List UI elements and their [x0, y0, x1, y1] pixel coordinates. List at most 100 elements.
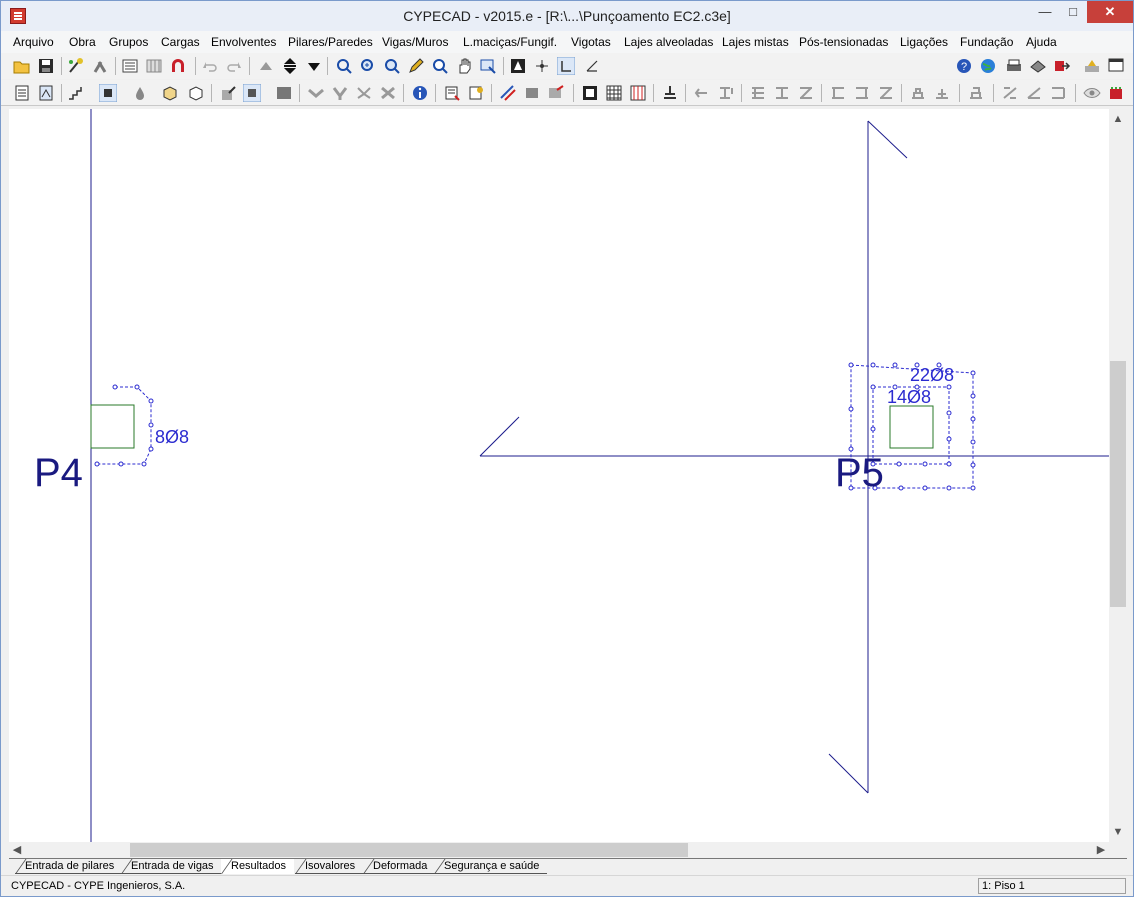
snap-icon[interactable] [533, 57, 551, 75]
pan-hand-icon[interactable] [455, 57, 473, 75]
info-icon[interactable] [411, 84, 429, 102]
menu-lajes-macicas[interactable]: L.maciças/Fungif. [463, 35, 557, 49]
window-layout-icon[interactable] [1107, 57, 1125, 75]
scroll-down-arrow-icon[interactable]: ▼ [1110, 824, 1126, 840]
zoom-extents-icon[interactable] [383, 57, 401, 75]
window-zoom-icon[interactable] [479, 57, 497, 75]
menu-vigas-muros[interactable]: Vigas/Muros [382, 35, 448, 49]
horizontal-scrollbar[interactable]: ◀ ▶ [9, 842, 1109, 858]
drawings-icon[interactable] [37, 84, 55, 102]
slab-block-icon[interactable] [523, 84, 541, 102]
slab-edit-icon[interactable] [547, 84, 565, 102]
beam-check-icon[interactable] [379, 84, 397, 102]
redraw-icon[interactable] [335, 57, 353, 75]
beam-group3-icon[interactable] [797, 84, 815, 102]
tools-icon[interactable] [91, 57, 109, 75]
quantities-icon[interactable] [467, 84, 485, 102]
tab-entrada-de-vigas[interactable]: Entrada de vigas [121, 859, 222, 874]
shear-check-icon[interactable] [605, 84, 623, 102]
stairs-icon[interactable] [67, 84, 85, 102]
menu-grupos[interactable]: Grupos [109, 35, 148, 49]
scroll-right-arrow-icon[interactable]: ▶ [1093, 842, 1109, 858]
menu-fundacao[interactable]: Fundação [960, 35, 1013, 49]
undo-icon[interactable] [201, 57, 219, 75]
config-icon[interactable] [1083, 57, 1101, 75]
menu-pilares-paredes[interactable]: Pilares/Paredes [288, 35, 373, 49]
beam-group2-icon[interactable] [773, 84, 791, 102]
tab-seguranca-e-saude[interactable]: Segurança e saúde [434, 859, 548, 874]
beam-edit-icon[interactable] [307, 84, 325, 102]
tab-resultados[interactable]: Resultados [221, 859, 295, 874]
floor-select-icon[interactable] [281, 57, 299, 75]
beam-reinforce-icon[interactable] [331, 84, 349, 102]
wizard-icon[interactable] [67, 57, 85, 75]
tab-deformada[interactable]: Deformada [363, 859, 436, 874]
horizontal-scroll-thumb[interactable] [130, 843, 688, 857]
minimize-button[interactable]: — [1031, 1, 1059, 23]
layers-icon[interactable] [1107, 84, 1125, 102]
slab-icon[interactable] [275, 84, 293, 102]
punching-edit-icon[interactable] [243, 84, 261, 102]
beam-group-icon[interactable] [749, 84, 767, 102]
ortho-icon[interactable] [557, 57, 575, 75]
zoom-window-icon[interactable] [359, 57, 377, 75]
slab-reinforce-icon[interactable] [499, 84, 517, 102]
column-p4-outline[interactable] [90, 404, 135, 449]
cube-outline-icon[interactable] [187, 84, 205, 102]
wall-icon[interactable] [829, 84, 847, 102]
tie-beam2-icon[interactable] [1025, 84, 1043, 102]
vertical-scroll-thumb[interactable] [1110, 361, 1126, 607]
zoom-previous-icon[interactable] [431, 57, 449, 75]
column-detail-icon[interactable] [693, 84, 711, 102]
menu-lajes-mistas[interactable]: Lajes mistas [722, 35, 789, 49]
menu-lajes-alveoladas[interactable]: Lajes alveoladas [624, 35, 713, 49]
wall2-icon[interactable] [853, 84, 871, 102]
column-list-icon[interactable] [717, 84, 735, 102]
menu-cargas[interactable]: Cargas [161, 35, 200, 49]
web-globe-icon[interactable] [979, 57, 997, 75]
column-p5-outline[interactable] [889, 405, 934, 449]
punching-check-icon[interactable] [581, 84, 599, 102]
eye-icon[interactable] [1083, 84, 1101, 102]
edit-column-icon[interactable] [219, 84, 237, 102]
punching-icon[interactable] [99, 84, 117, 102]
help-icon[interactable]: ? [955, 57, 973, 75]
tie-beam3-icon[interactable] [1049, 84, 1067, 102]
floor-plan-drawing[interactable]: 8Ø8 P4 22Ø8 14Ø8 P5 [9, 109, 1109, 842]
menu-ligacoes[interactable]: Ligações [900, 35, 948, 49]
pencil-icon[interactable] [407, 57, 425, 75]
menu-ajuda[interactable]: Ajuda [1026, 35, 1057, 49]
save-icon[interactable] [37, 57, 55, 75]
reinforcement-list-icon[interactable] [443, 84, 461, 102]
report-icon[interactable] [13, 84, 31, 102]
menu-obra[interactable]: Obra [69, 35, 96, 49]
pile-cap-icon[interactable] [967, 84, 985, 102]
view-3d-icon[interactable] [509, 57, 527, 75]
maximize-button[interactable]: □ [1059, 1, 1087, 23]
plotter-icon[interactable] [1029, 57, 1047, 75]
magnet-icon[interactable] [169, 57, 187, 75]
redo-icon[interactable] [225, 57, 243, 75]
print-icon[interactable] [1005, 57, 1023, 75]
export-icon[interactable] [1053, 57, 1071, 75]
tab-entrada-de-pilares[interactable]: Entrada de pilares [15, 859, 123, 874]
shear-reinforce-icon[interactable] [629, 84, 647, 102]
grid-template-icon[interactable] [145, 57, 163, 75]
dxf-template-icon[interactable] [121, 57, 139, 75]
menu-pos-tensionadas[interactable]: Pós-tensionadas [799, 35, 888, 49]
close-button[interactable]: ✕ [1087, 1, 1133, 23]
wall3-icon[interactable] [877, 84, 895, 102]
floor-down-icon[interactable] [305, 57, 323, 75]
tab-isovalores[interactable]: Isovalores [295, 859, 364, 874]
foundation-icon[interactable] [661, 84, 679, 102]
menu-vigotas[interactable]: Vigotas [571, 35, 611, 49]
menu-envolventes[interactable]: Envolventes [211, 35, 276, 49]
beam-equalize-icon[interactable] [355, 84, 373, 102]
column-p4-label[interactable]: P4 [34, 451, 83, 495]
column-p5-label[interactable]: P5 [835, 451, 884, 495]
vertical-scrollbar[interactable]: ▲ ▼ [1109, 109, 1127, 842]
scroll-up-arrow-icon[interactable]: ▲ [1110, 111, 1126, 127]
cube-icon[interactable] [161, 84, 179, 102]
floor-up-icon[interactable] [257, 57, 275, 75]
menu-arquivo[interactable]: Arquivo [13, 35, 54, 49]
